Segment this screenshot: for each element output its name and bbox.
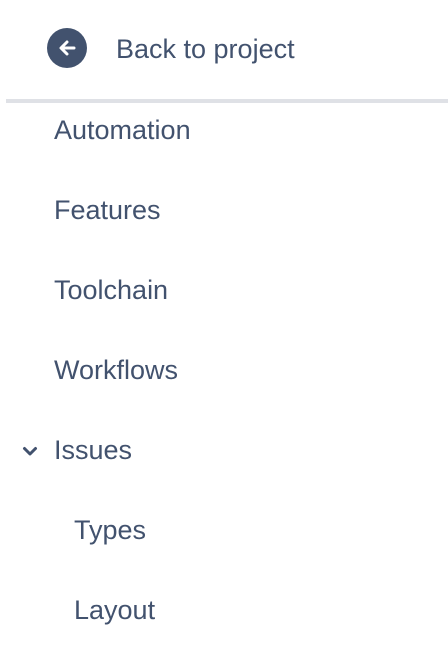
sidebar-item-features[interactable]: Features [0, 173, 448, 253]
arrow-left-circle-icon [47, 28, 87, 68]
project-settings-sidebar: Back to project Automation Features Tool… [0, 0, 448, 646]
sidebar-item-label: Issues [54, 435, 133, 465]
sidebar-item-label: Features [54, 195, 161, 225]
sidebar-item-automation[interactable]: Automation [0, 93, 448, 173]
sidebar-item-issues-types[interactable]: Types [0, 493, 448, 573]
sidebar-item-label: Automation [54, 115, 191, 145]
back-to-project-label: Back to project [116, 34, 295, 64]
sidebar-item-label: Workflows [54, 355, 179, 385]
sidebar-item-workflows[interactable]: Workflows [0, 333, 448, 413]
sidebar-item-issues[interactable]: Issues [0, 413, 448, 493]
sidebar-item-issues-layout[interactable]: Layout [0, 573, 448, 653]
sidebar-item-label: Layout [74, 595, 156, 625]
back-to-project-button[interactable]: Back to project [0, 0, 448, 98]
sidebar-item-label: Types [74, 515, 147, 545]
sidebar-item-toolchain[interactable]: Toolchain [0, 253, 448, 333]
sidebar-item-label: Toolchain [54, 275, 169, 305]
chevron-down-icon[interactable] [20, 441, 40, 461]
